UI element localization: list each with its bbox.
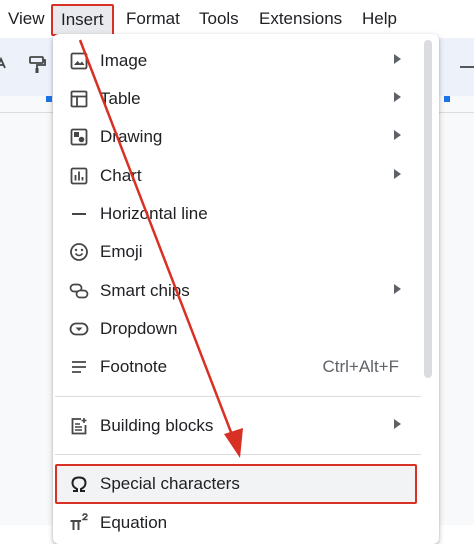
- horizontal-line-icon: [69, 204, 89, 224]
- menu-item-chart[interactable]: Chart: [55, 157, 417, 195]
- omega-icon: [69, 474, 89, 494]
- menu-item-equation[interactable]: Equation: [55, 505, 417, 543]
- menu-item-label: Dropdown: [100, 319, 178, 338]
- menu-item-label: Equation: [100, 513, 168, 532]
- menu-item-label: Table: [100, 89, 141, 108]
- menu-item-label: Chart: [100, 166, 142, 185]
- menu-item-label: Emoji: [100, 242, 143, 261]
- menu-item-emoji[interactable]: Emoji: [55, 233, 417, 271]
- menu-item-smart-chips[interactable]: Smart chips: [55, 272, 417, 310]
- menu-divider: [55, 454, 421, 455]
- pi-squared-icon: [69, 512, 89, 532]
- drawing-icon: [69, 127, 89, 147]
- menu-item-label: Smart chips: [100, 281, 190, 300]
- submenu-arrow-icon: [394, 284, 401, 294]
- menu-bar: View Insert Format Tools Extensions Help: [0, 0, 474, 38]
- menu-item-drawing[interactable]: Drawing: [55, 118, 417, 156]
- submenu-arrow-icon: [394, 92, 401, 102]
- menu-extensions[interactable]: Extensions: [259, 8, 342, 30]
- menu-item-label: Building blocks: [100, 416, 214, 435]
- submenu-arrow-icon: [394, 169, 401, 179]
- footnote-shortcut: Ctrl+Alt+F: [322, 357, 399, 376]
- paint-format-icon[interactable]: [28, 55, 48, 80]
- menu-format[interactable]: Format: [126, 8, 180, 30]
- spellcheck-icon[interactable]: [0, 56, 12, 77]
- submenu-arrow-icon: [394, 54, 401, 64]
- emoji-icon: [69, 242, 89, 262]
- menu-item-table[interactable]: Table: [55, 80, 417, 118]
- menu-view[interactable]: View: [8, 8, 45, 30]
- menu-item-label: Image: [100, 51, 148, 70]
- ruler-right-marker[interactable]: [444, 96, 450, 102]
- menu-item-special-characters[interactable]: Special characters: [55, 464, 417, 504]
- submenu-arrow-icon: [394, 419, 401, 429]
- menu-item-label: Horizontal line: [100, 204, 208, 223]
- chart-icon: [69, 166, 89, 186]
- menu-item-label: Drawing: [100, 127, 163, 146]
- table-icon: [69, 89, 89, 109]
- menu-divider: [55, 396, 421, 397]
- menu-item-footnote[interactable]: Footnote Ctrl+Alt+F: [55, 348, 417, 386]
- submenu-arrow-icon: [394, 130, 401, 140]
- building-blocks-icon: [69, 416, 89, 436]
- footnote-icon: [69, 357, 89, 377]
- ruler-indent-marker[interactable]: [46, 96, 52, 102]
- smart-chips-icon: [69, 281, 89, 301]
- menu-item-building-blocks[interactable]: Building blocks: [55, 407, 417, 445]
- collapse-toolbar-icon[interactable]: [446, 60, 474, 78]
- menu-insert[interactable]: Insert: [51, 4, 114, 36]
- menu-item-dropdown[interactable]: Dropdown: [55, 310, 417, 348]
- menu-tools[interactable]: Tools: [199, 8, 239, 30]
- menu-scrollbar[interactable]: [424, 40, 432, 378]
- menu-item-label: Special characters: [100, 474, 240, 493]
- dropdown-icon: [69, 319, 89, 339]
- image-icon: [69, 51, 89, 71]
- menu-help[interactable]: Help: [362, 8, 397, 30]
- menu-item-image[interactable]: Image: [55, 42, 417, 80]
- menu-item-label: Footnote: [100, 357, 168, 376]
- menu-item-horizontal-line[interactable]: Horizontal line: [55, 195, 417, 233]
